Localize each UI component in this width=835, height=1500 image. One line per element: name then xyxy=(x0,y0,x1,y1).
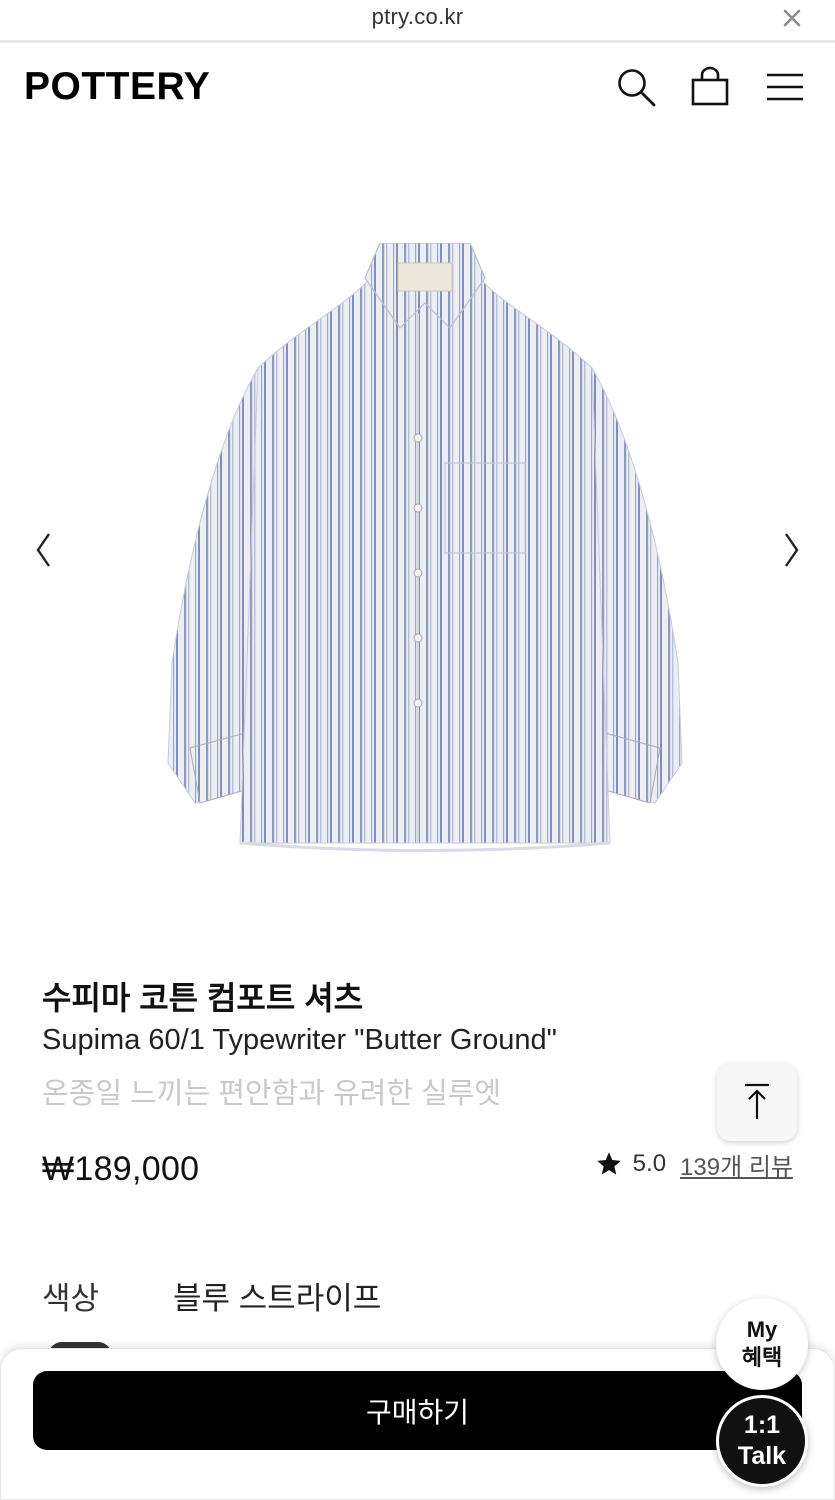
search-icon[interactable] xyxy=(614,65,658,109)
my-benefits-button[interactable]: My 혜택 xyxy=(716,1298,808,1390)
product-image-gallery[interactable] xyxy=(0,133,835,963)
product-image xyxy=(160,242,690,883)
product-title-english: Supima 60/1 Typewriter "Butter Ground" xyxy=(42,1024,557,1056)
talk-label-line1: 1:1 xyxy=(743,1411,781,1439)
scroll-to-top-button[interactable] xyxy=(717,1063,797,1141)
star-icon xyxy=(597,1152,621,1175)
my-benefits-label-line2: 혜택 xyxy=(741,1345,783,1370)
browser-url-bar: ptry.co.kr xyxy=(0,0,835,40)
color-option-label: 색상 xyxy=(42,1281,100,1316)
rating-value: 5.0 xyxy=(632,1150,667,1177)
my-benefits-label-line1: My xyxy=(746,1317,778,1342)
rating-summary: 5.0 139개 리뷰 xyxy=(595,1147,793,1181)
buy-button[interactable]: 구매하기 xyxy=(33,1371,802,1450)
chevron-right-icon[interactable] xyxy=(777,528,807,572)
color-option-value: 블루 스트라이프 xyxy=(173,1281,382,1316)
arrow-up-to-top-icon xyxy=(745,1083,769,1119)
product-price: ₩189,000 xyxy=(42,1150,200,1188)
site-header: POTTERY xyxy=(0,43,835,133)
product-title-korean: 수피마 코튼 컴포트 셔츠 xyxy=(42,980,364,1016)
reviews-link[interactable]: 139개 리뷰 xyxy=(680,1147,793,1182)
chevron-left-icon[interactable] xyxy=(28,528,58,572)
talk-label-line2: Talk xyxy=(737,1442,787,1470)
product-description: 온종일 느끼는 편안함과 유려한 실루엣 xyxy=(42,1078,502,1110)
one-to-one-talk-button[interactable]: 1:1 Talk xyxy=(716,1395,808,1487)
menu-icon[interactable] xyxy=(763,65,807,109)
site-logo[interactable]: POTTERY xyxy=(24,65,210,109)
close-icon[interactable] xyxy=(779,2,805,32)
shopping-bag-icon[interactable] xyxy=(688,65,732,109)
url-text[interactable]: ptry.co.kr xyxy=(0,4,835,30)
